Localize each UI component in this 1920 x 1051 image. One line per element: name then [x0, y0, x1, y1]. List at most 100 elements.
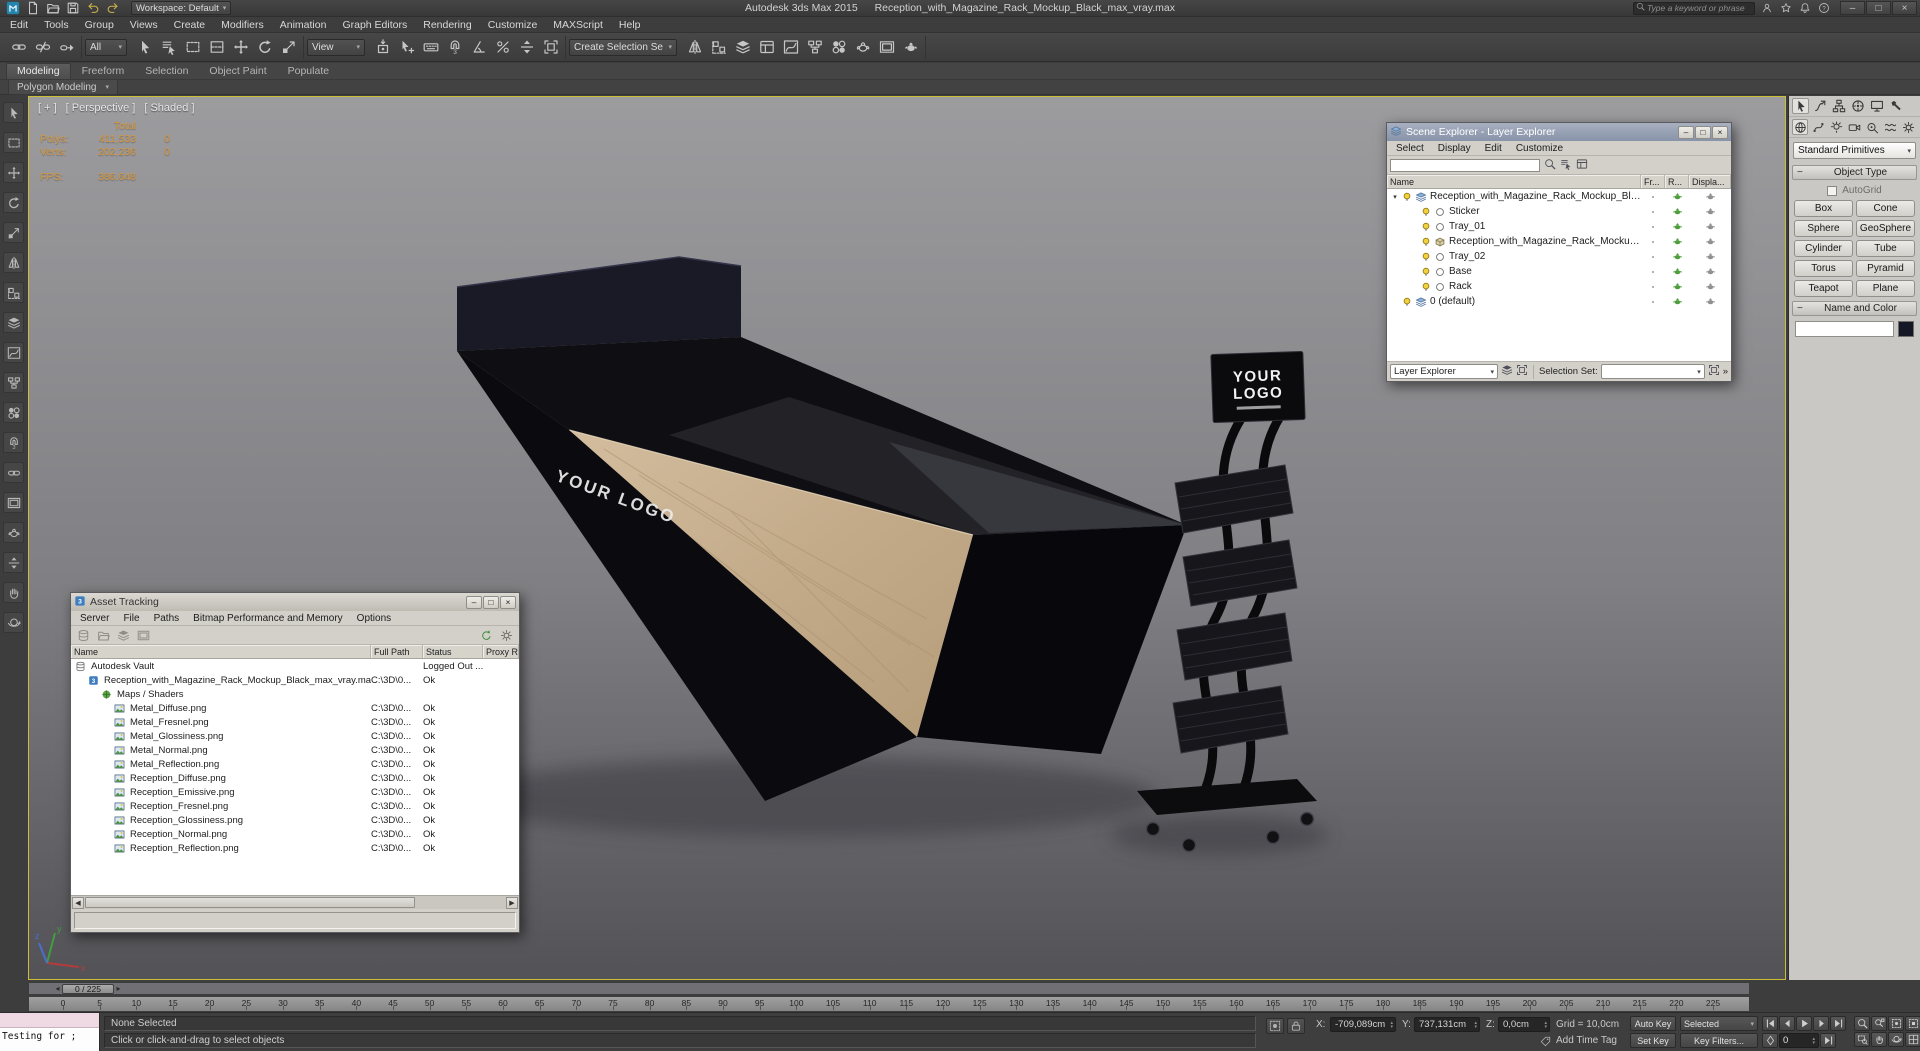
create-tab-icon[interactable]: [1792, 98, 1809, 114]
previous-frame-arrow[interactable]: ◂: [53, 984, 62, 993]
scene-explorer-search-input[interactable]: [1390, 159, 1540, 172]
primitive-torus-button[interactable]: Torus: [1794, 260, 1853, 277]
renderable-cell[interactable]: [1665, 236, 1689, 247]
column-header-r[interactable]: R...: [1665, 175, 1689, 188]
scene-explorer-row[interactable]: Sticker: [1387, 204, 1731, 219]
keyboard-override-icon[interactable]: [419, 36, 442, 59]
menu-maxscript[interactable]: MAXScript: [545, 18, 611, 32]
name-color-rollout-header[interactable]: − Name and Color: [1792, 301, 1917, 316]
menu-views[interactable]: Views: [122, 18, 166, 32]
helpers-icon[interactable]: [1865, 119, 1881, 135]
render-setup-icon[interactable]: [851, 36, 874, 59]
expander-icon[interactable]: ▾: [1390, 193, 1400, 201]
frozen-cell[interactable]: [1641, 192, 1665, 202]
selection-set-dropdown[interactable]: Selected ▾: [1680, 1016, 1758, 1031]
menu-create[interactable]: Create: [166, 18, 214, 32]
asset-row[interactable]: Reception_Diffuse.pngC:\3D\0...Ok: [71, 771, 519, 785]
column-header-name[interactable]: Name: [1387, 175, 1641, 188]
asset-row[interactable]: Metal_Normal.pngC:\3D\0...Ok: [71, 743, 519, 757]
asset-row[interactable]: Metal_Reflection.pngC:\3D\0...Ok: [71, 757, 519, 771]
asset-row[interactable]: Reception_Reflection.pngC:\3D\0...Ok: [71, 841, 519, 855]
scene-explorer-menu-edit[interactable]: Edit: [1478, 143, 1509, 154]
asset-tracking-window[interactable]: 3 Asset Tracking – □ × ServerFilePathsBi…: [70, 592, 520, 933]
paths-icon[interactable]: [115, 627, 132, 643]
schematic-view-icon[interactable]: [803, 36, 826, 59]
scene-explorer-menu-customize[interactable]: Customize: [1509, 143, 1570, 154]
display-cell[interactable]: [1689, 296, 1731, 307]
scale-icon[interactable]: [277, 36, 300, 59]
create-selection-set-icon[interactable]: [1708, 364, 1720, 379]
goto-end-button[interactable]: [1820, 1033, 1836, 1048]
selection-lock-toggle[interactable]: [1287, 1018, 1305, 1034]
shapes-icon[interactable]: [1810, 119, 1826, 135]
scene-explorer-row[interactable]: ▾Reception_with_Magazine_Rack_Mockup_Bla…: [1387, 189, 1731, 204]
snap-3d-icon[interactable]: 3: [443, 36, 466, 59]
asset-row[interactable]: Maps / Shaders: [71, 687, 519, 701]
isolate-selection-toggle[interactable]: [1266, 1018, 1284, 1034]
menu-animation[interactable]: Animation: [272, 18, 335, 32]
asset-row[interactable]: Autodesk VaultLogged Out ...: [71, 659, 519, 673]
frozen-cell[interactable]: [1641, 282, 1665, 292]
link-icon[interactable]: [7, 36, 30, 59]
viewport-pov-menu[interactable]: [ Perspective ]: [66, 102, 136, 114]
viewport-general-menu[interactable]: [ + ]: [38, 102, 57, 114]
frozen-cell[interactable]: [1641, 222, 1665, 232]
bind-icon[interactable]: [55, 36, 78, 59]
close-button[interactable]: ×: [1712, 126, 1728, 139]
primitive-geosphere-button[interactable]: GeoSphere: [1856, 220, 1915, 237]
menu-help[interactable]: Help: [611, 18, 649, 32]
explorer-mode-dropdown[interactable]: Layer Explorer ▾: [1390, 364, 1498, 379]
selection-filter-dropdown[interactable]: All ▾: [85, 39, 127, 56]
scene-explorer-titlebar[interactable]: Scene Explorer - Layer Explorer – □ ×: [1387, 123, 1731, 141]
asset-tracking-menu-bitmap-performance-and-memory[interactable]: Bitmap Performance and Memory: [186, 613, 350, 624]
visibility-bulb-icon[interactable]: [1419, 236, 1433, 248]
help-icon[interactable]: ?: [1815, 1, 1832, 15]
spinner-icon[interactable]: [1544, 1021, 1547, 1029]
primitive-pyramid-button[interactable]: Pyramid: [1856, 260, 1915, 277]
category-dropdown[interactable]: Standard Primitives ▾: [1793, 142, 1916, 159]
primitive-sphere-button[interactable]: Sphere: [1794, 220, 1853, 237]
selection-set-field[interactable]: ▾: [1601, 364, 1705, 379]
ribbon-tab-modeling[interactable]: Modeling: [6, 63, 71, 79]
visibility-bulb-icon[interactable]: [1419, 281, 1433, 293]
display-cell[interactable]: [1689, 191, 1731, 202]
pan-button[interactable]: [1871, 1032, 1887, 1047]
named-sets-icon[interactable]: [539, 36, 562, 59]
track-bar[interactable]: 0510152025303540455055606570758085909510…: [28, 996, 1750, 1012]
layer-manager-icon[interactable]: [731, 36, 754, 59]
next-frame-arrow[interactable]: ▸: [114, 984, 123, 993]
asset-row[interactable]: Reception_Emissive.pngC:\3D\0...Ok: [71, 785, 519, 799]
asset-tracking-menu-file[interactable]: File: [116, 613, 146, 624]
rotate-icon[interactable]: [253, 36, 276, 59]
app-logo-icon[interactable]: [3, 1, 23, 16]
select-manipulate-icon[interactable]: [395, 36, 418, 59]
spacewarps-icon[interactable]: [1883, 119, 1899, 135]
material-editor-icon[interactable]: [3, 402, 24, 423]
menu-group[interactable]: Group: [77, 18, 122, 32]
renderable-cell[interactable]: [1665, 191, 1689, 202]
zoom-region-button[interactable]: [1854, 1032, 1870, 1047]
visibility-bulb-icon[interactable]: [1419, 221, 1433, 233]
object-type-rollout-header[interactable]: − Object Type: [1792, 165, 1917, 180]
frozen-cell[interactable]: [1641, 252, 1665, 262]
minimize-button[interactable]: –: [466, 596, 482, 609]
redo-icon[interactable]: [103, 1, 123, 16]
time-slider-handle[interactable]: ◂ 0 / 225 ▸: [53, 983, 123, 994]
primitive-teapot-button[interactable]: Teapot: [1794, 280, 1853, 297]
frozen-cell[interactable]: [1641, 207, 1665, 217]
scene-explorer-row[interactable]: Base: [1387, 264, 1731, 279]
close-button[interactable]: ×: [500, 596, 516, 609]
menu-graph-editors[interactable]: Graph Editors: [334, 18, 415, 32]
asset-tracking-titlebar[interactable]: 3 Asset Tracking – □ ×: [71, 593, 519, 611]
display-cell[interactable]: [1689, 206, 1731, 217]
asset-tracking-menu-paths[interactable]: Paths: [147, 613, 187, 624]
ribbon-tab-populate[interactable]: Populate: [278, 64, 339, 79]
frozen-cell[interactable]: [1641, 297, 1665, 307]
asset-tracking-menu-server[interactable]: Server: [73, 613, 116, 624]
pivot-center-icon[interactable]: [371, 36, 394, 59]
menu-modifiers[interactable]: Modifiers: [213, 18, 272, 32]
viewport-shading-menu[interactable]: [ Shaded ]: [144, 102, 194, 114]
curve-editor-icon[interactable]: [3, 342, 24, 363]
object-name-input[interactable]: [1795, 321, 1894, 337]
asset-row[interactable]: Metal_Glossiness.pngC:\3D\0...Ok: [71, 729, 519, 743]
